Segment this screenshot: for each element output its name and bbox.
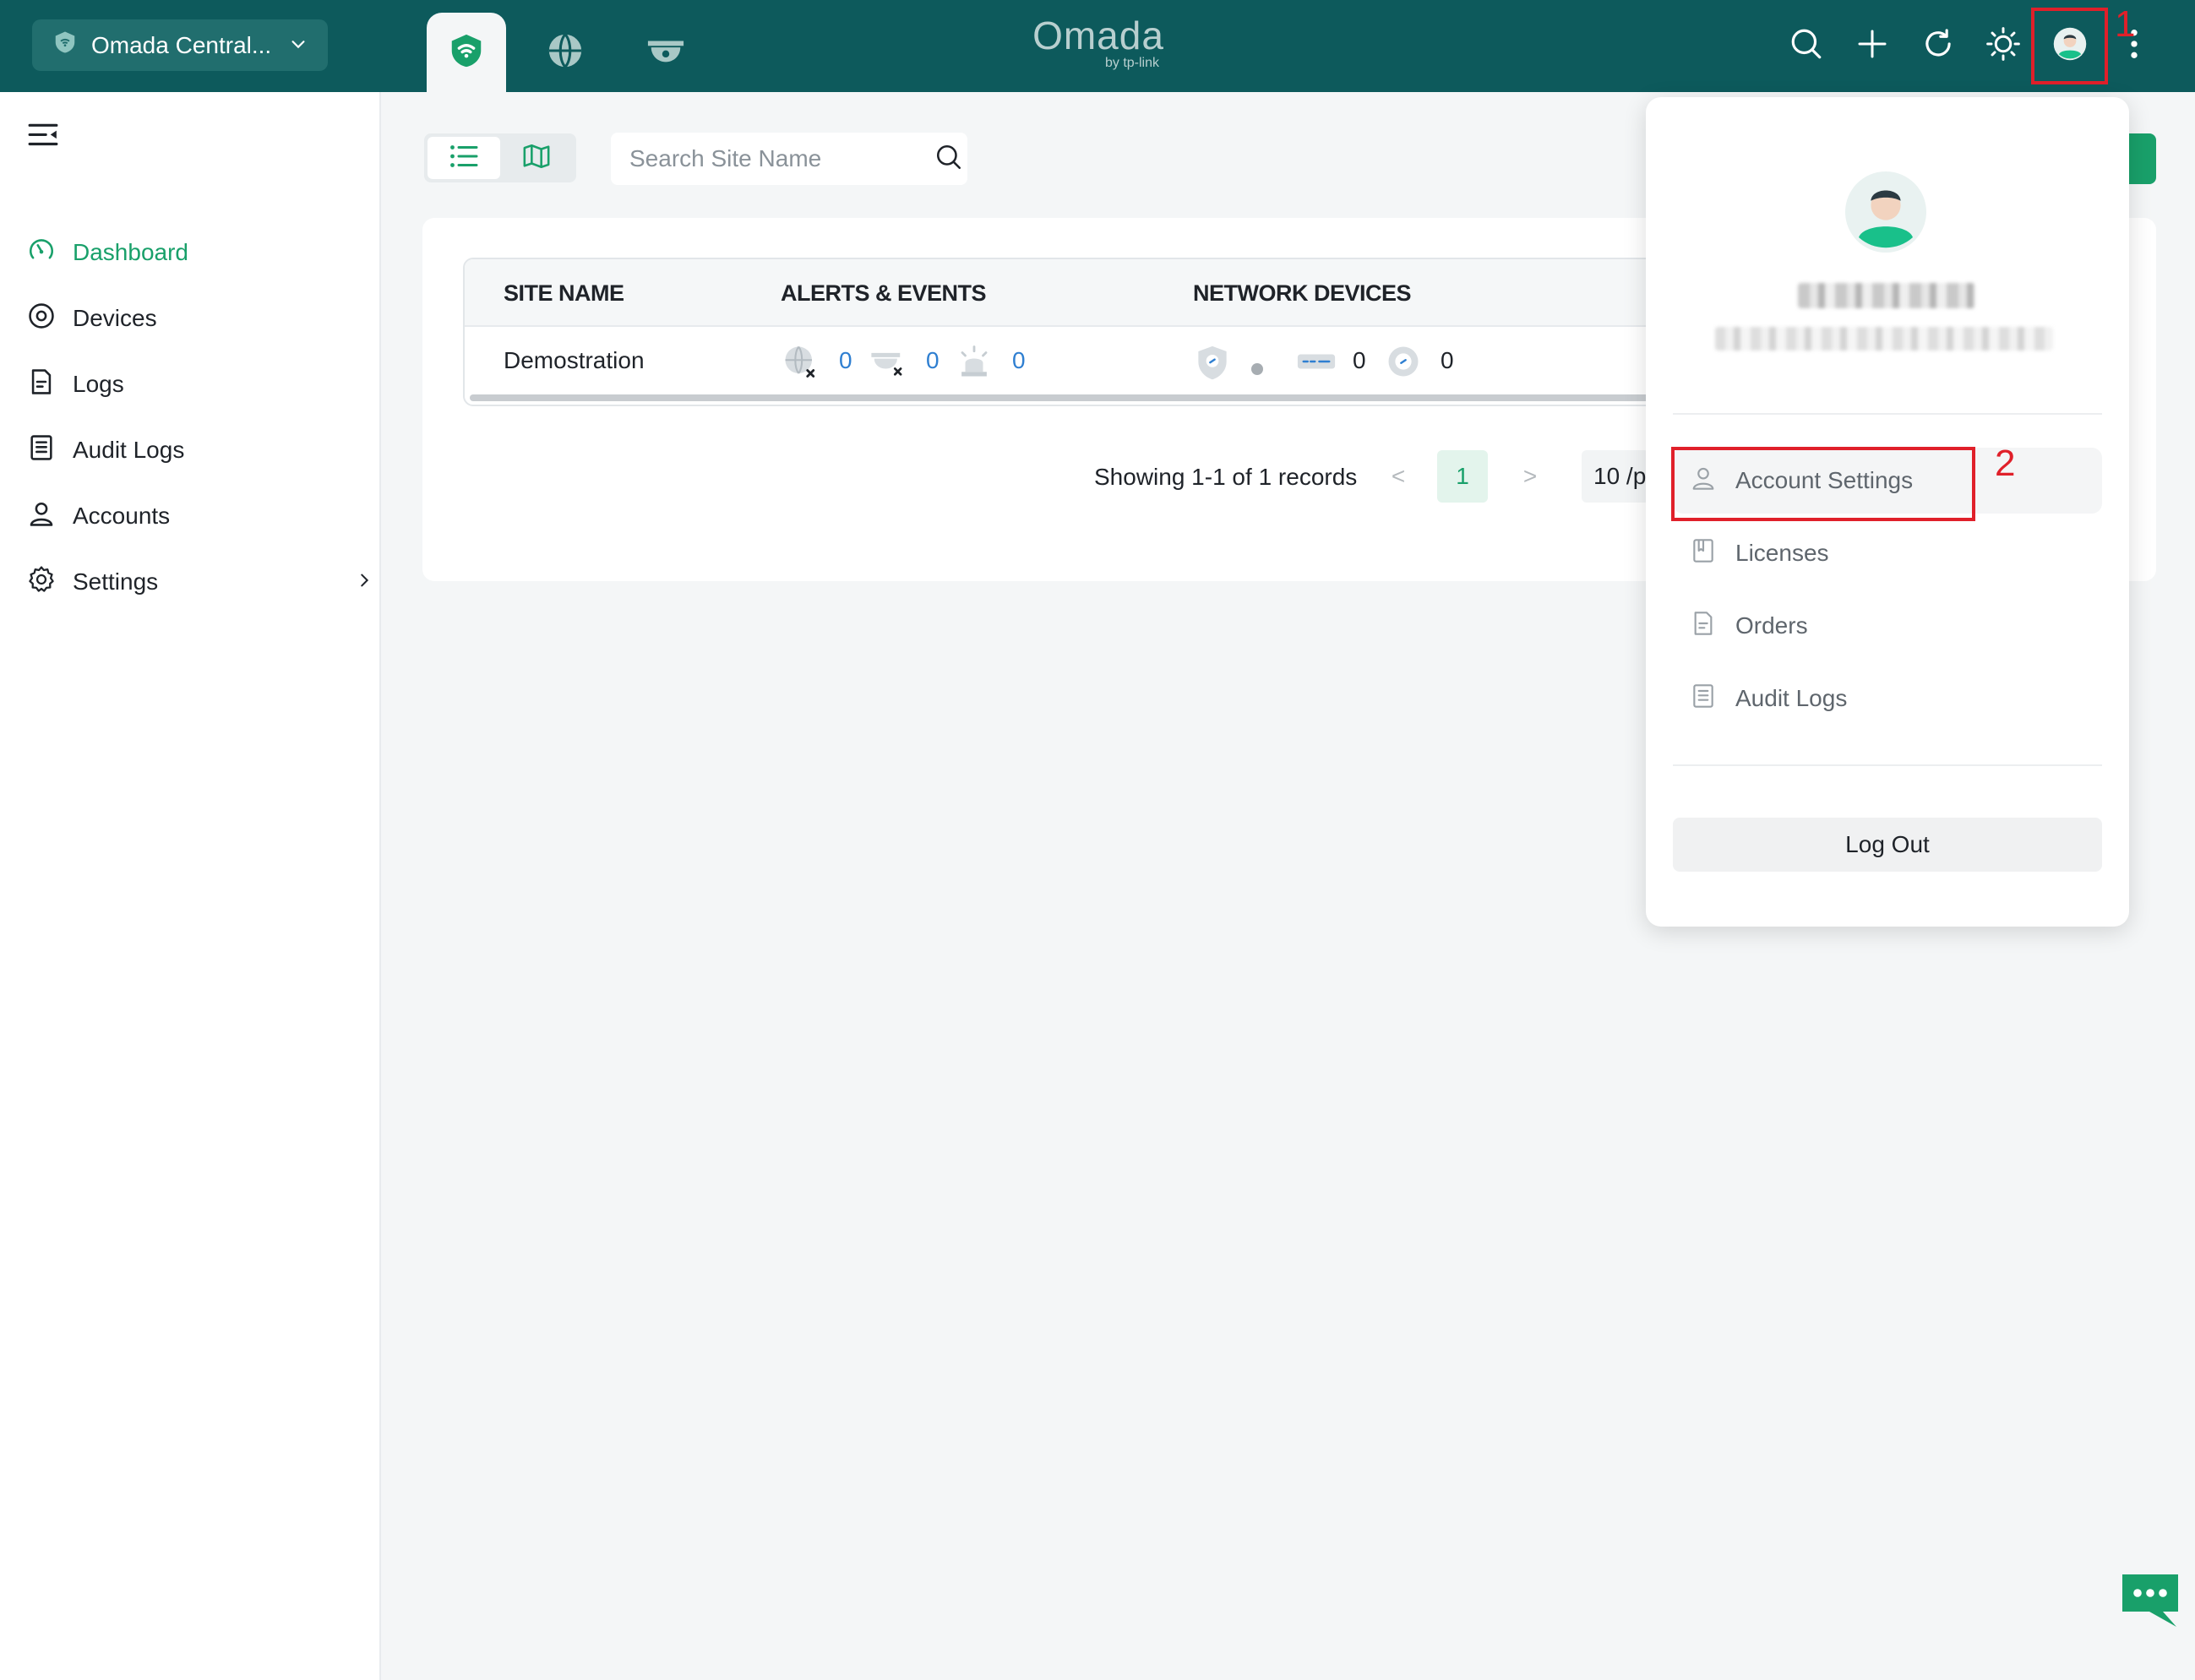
siren-alarm-icon [956,344,992,385]
logo-subtext: by tp-link [1104,56,1159,70]
gateway-shield-icon [1195,344,1230,389]
alert-count-camera[interactable]: 0 [926,327,940,394]
highlight-avatar [2031,8,2108,84]
menu-item-audit-logs[interactable]: Audit Logs [1673,666,2102,731]
search-icon [1789,26,1824,66]
map-view-button[interactable] [500,137,573,179]
menu-item-label: Orders [1735,612,1808,639]
column-header-network-devices: NETWORK DEVICES [1193,280,1412,306]
sidebar-item-label: Audit Logs [73,437,185,463]
sidebar-item-label: Settings [73,568,159,595]
sidebar-item-dashboard[interactable]: Dashboard [27,229,365,276]
table-row[interactable]: Demostration 0 0 0 0 0 [465,327,1729,394]
alert-count-alarm[interactable]: 0 [1012,327,1026,394]
site-search [611,133,967,185]
license-icon [1690,537,1717,570]
settings-icon [27,565,56,600]
table-horizontal-scrollbar[interactable] [470,394,1729,401]
sidebar-item-devices[interactable]: Devices [27,295,365,342]
logo-text: Omada [1032,14,1164,57]
tab-surveillance[interactable] [626,13,705,92]
internet-offline-icon [782,344,818,385]
menu-collapse-icon [27,123,59,155]
tab-internet[interactable] [526,13,605,92]
gateway-status-dot [1250,355,1264,382]
pagination-summary: Showing 1-1 of 1 records [1094,464,1358,490]
user-email-redacted [1715,327,2053,351]
theme-toggle-button[interactable] [1976,19,2030,73]
refresh-icon [1920,26,1956,66]
menu-item-label: Licenses [1735,540,1829,566]
alert-count-internet[interactable]: 0 [839,327,852,394]
refresh-button[interactable] [1911,19,1965,73]
collapse-sidebar-button[interactable] [27,121,61,155]
global-search-button[interactable] [1779,19,1833,73]
column-header-alerts-events: ALERTS & EVENTS [781,280,987,306]
sidebar-item-label: Dashboard [73,239,188,265]
switch-icon [1296,347,1337,382]
page-size-select[interactable]: 10 /page [1582,450,1649,503]
site-search-input[interactable] [629,145,934,172]
user-avatar [1845,171,1926,253]
organization-selector[interactable]: Omada Central... [32,19,328,71]
orders-icon [1690,610,1717,643]
column-header-site-name: SITE NAME [504,280,624,306]
sidebar-item-logs[interactable]: Logs [27,361,365,408]
site-name-cell[interactable]: Demostration [504,327,645,394]
sites-table: SITE NAME ALERTS & EVENTS NETWORK DEVICE… [463,258,1730,406]
chevron-right-icon [355,568,373,595]
menu-item-label: Audit Logs [1735,685,1848,711]
camera-dome-icon [645,31,687,74]
plus-icon [1855,27,1889,65]
omada-logo: Omada by tp-link [1031,15,1166,74]
list-icon [449,143,479,174]
access-point-count: 0 [1441,347,1454,373]
search-icon[interactable] [934,143,963,176]
sidebar: Dashboard Devices Logs Audit Logs Accoun… [0,92,381,1680]
sidebar-item-label: Accounts [73,503,171,529]
user-name-redacted [1798,283,1975,308]
view-toggle [424,133,576,182]
top-bar: Omada Central... Omada by tp-link [0,0,2195,92]
page-1-button[interactable]: 1 [1437,450,1488,503]
menu-item-licenses[interactable]: Licenses [1673,520,2102,586]
sidebar-item-label: Devices [73,305,157,331]
divider [1673,764,2102,766]
dashboard-icon [27,236,56,270]
devices-icon [27,302,56,336]
divider [1673,413,2102,415]
globe-icon [546,31,585,74]
add-button[interactable] [1845,19,1899,73]
tab-network[interactable] [427,13,506,92]
sidebar-item-accounts[interactable]: Accounts [27,492,365,540]
chat-support-button[interactable] [2119,1571,2181,1630]
sun-icon [1985,26,2021,66]
list-view-button[interactable] [428,137,500,179]
chat-bubble-icon [2119,1574,2181,1634]
sidebar-item-audit-logs[interactable]: Audit Logs [27,427,365,474]
camera-offline-icon [869,344,906,385]
map-icon [522,143,551,174]
shield-wifi-icon [52,30,78,61]
step-number-2: 2 [1995,443,2016,484]
prev-page-button[interactable]: < [1373,450,1424,503]
highlight-account-settings [1671,447,1975,521]
table-header: SITE NAME ALERTS & EVENTS NETWORK DEVICE… [465,259,1729,327]
audit-logs-icon [1690,682,1717,715]
audit-logs-icon [27,433,56,468]
organization-name: Omada Central... [91,31,272,58]
logs-icon [27,367,56,402]
switch-count: 0 [1353,347,1366,373]
sidebar-item-settings[interactable]: Settings [27,558,369,606]
step-number-1: 1 [2115,3,2136,45]
wifi-shield-icon [447,31,486,74]
next-page-button[interactable]: > [1505,450,1555,503]
access-point-icon [1386,344,1421,385]
chevron-down-icon [289,32,308,59]
logout-button[interactable]: Log Out [1673,818,2102,872]
sidebar-item-label: Logs [73,371,124,397]
accounts-icon [27,499,56,534]
menu-item-orders[interactable]: Orders [1673,593,2102,659]
